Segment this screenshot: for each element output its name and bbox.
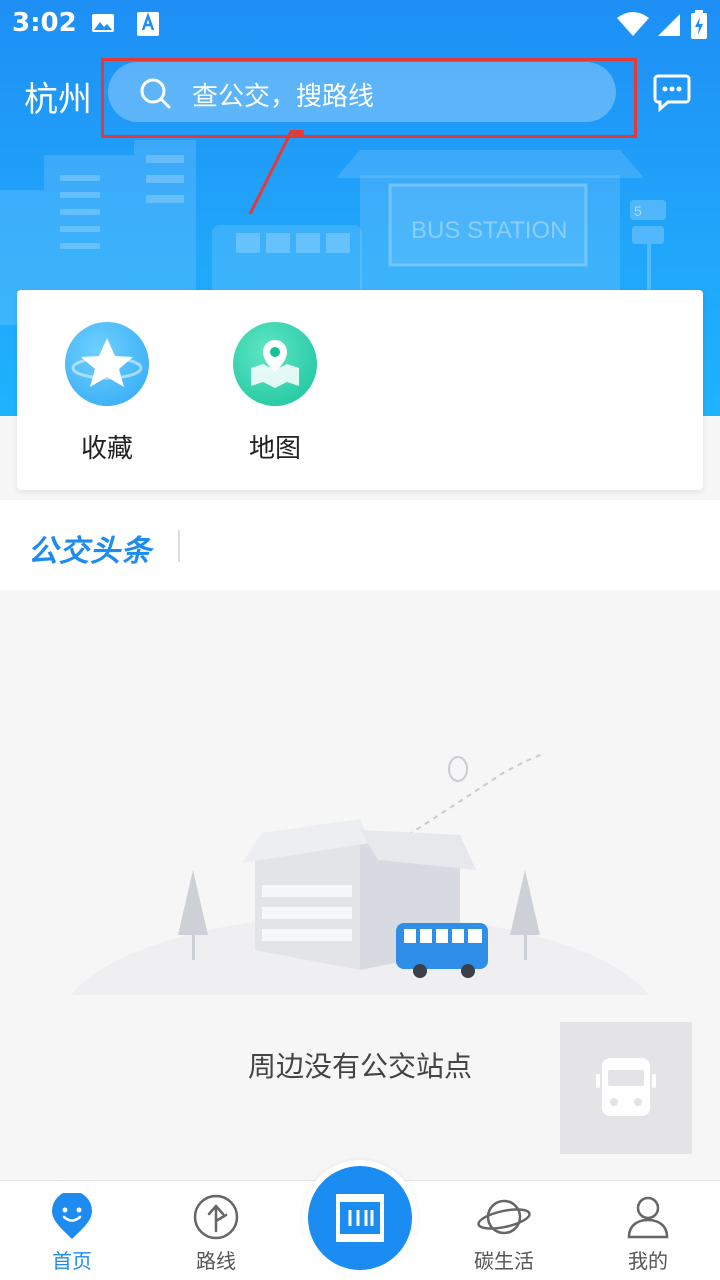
home-smile-icon <box>52 1193 92 1239</box>
route-icon <box>193 1194 239 1240</box>
tab-label: 首页 <box>52 1249 92 1273</box>
news-strip[interactable]: 公交头条 <box>0 500 720 590</box>
planet-icon <box>477 1199 531 1235</box>
battery-icon <box>691 10 707 39</box>
user-icon <box>627 1196 669 1239</box>
bus-icon <box>596 1058 656 1116</box>
bus-station-sign: BUS STATION <box>411 217 567 244</box>
search-highlight-box <box>101 58 637 138</box>
status-time: 3:02 <box>12 8 77 38</box>
quick-actions-card: 收藏 地图 <box>17 290 703 490</box>
wifi-icon <box>617 12 649 36</box>
tab-route[interactable]: 路线 <box>156 1181 276 1280</box>
tab-label: 我的 <box>628 1249 668 1273</box>
empty-box-illustration <box>71 752 649 995</box>
map-pin-icon <box>251 340 299 388</box>
app-notification-icon <box>137 12 159 36</box>
tab-home[interactable]: 首页 <box>12 1181 132 1280</box>
image-notification-icon <box>92 14 114 32</box>
news-tag-logo: 公交头条 <box>28 534 152 569</box>
tab-label: 路线 <box>196 1249 236 1273</box>
tab-label: 碳生活 <box>474 1249 534 1273</box>
nearby-stops-panel: 周边没有公交站点 <box>0 605 720 1175</box>
floating-bus-button[interactable] <box>560 1022 692 1154</box>
news-divider <box>178 530 180 562</box>
favorites-icon-circle <box>65 322 149 406</box>
city-selector[interactable]: 杭州 <box>24 72 92 121</box>
message-icon[interactable] <box>652 72 692 112</box>
quick-action-map[interactable]: 地图 <box>215 290 335 490</box>
quick-action-label: 收藏 <box>80 434 133 464</box>
tab-carbon-life[interactable]: 碳生活 <box>444 1181 564 1280</box>
stop-sign-number: 5 <box>634 203 642 219</box>
quick-action-favorites[interactable]: 收藏 <box>47 290 167 490</box>
scan-button[interactable] <box>302 1160 418 1276</box>
status-bar: 3:02 <box>0 0 720 50</box>
annotation-arrow <box>248 130 294 215</box>
scan-barcode-icon <box>336 1194 384 1242</box>
tab-mine[interactable]: 我的 <box>588 1181 708 1280</box>
map-icon-circle <box>233 322 317 406</box>
star-icon <box>71 338 143 387</box>
scan-button-inner <box>308 1166 412 1270</box>
quick-action-label: 地图 <box>248 434 301 464</box>
signal-icon <box>658 14 680 36</box>
